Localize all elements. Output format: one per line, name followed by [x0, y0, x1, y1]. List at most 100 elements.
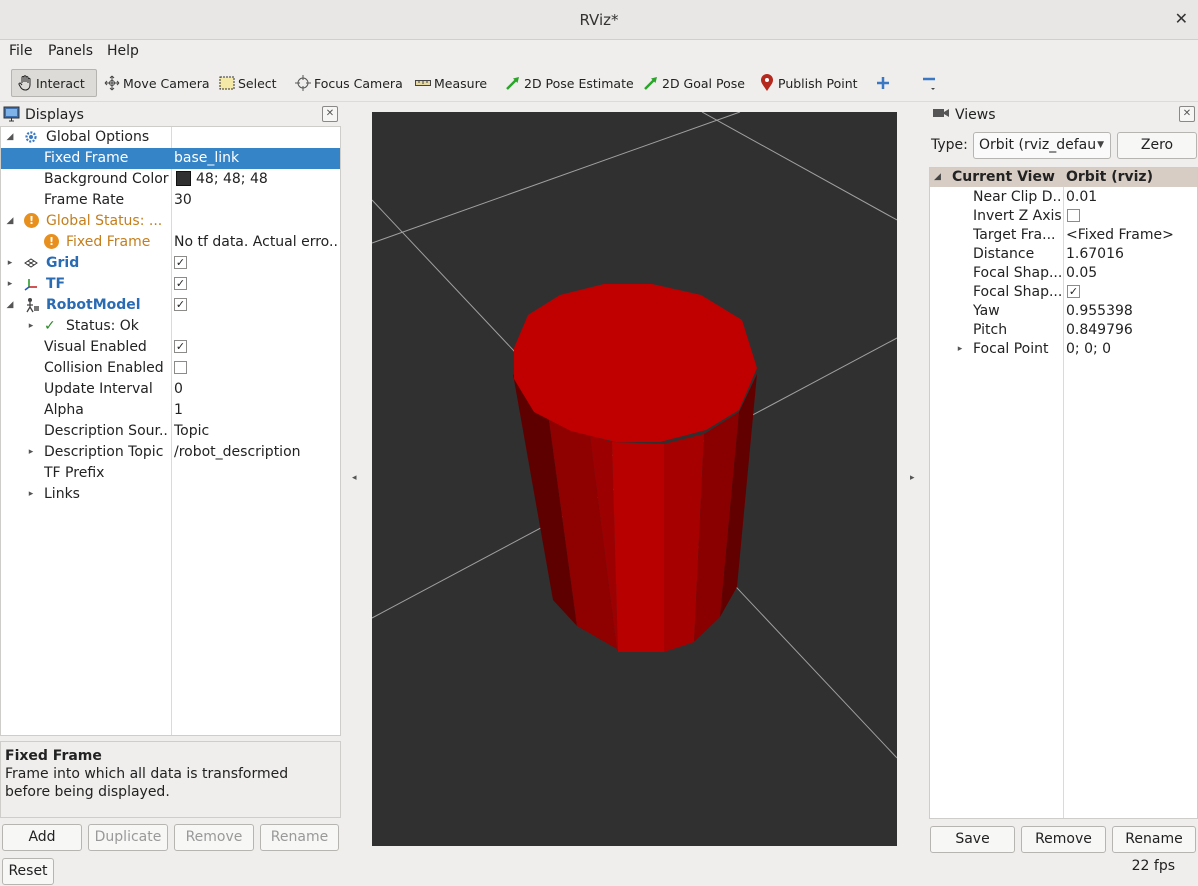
expand-arrow-icon[interactable]: ◢: [5, 211, 15, 232]
tool-publish-point[interactable]: Publish Point: [754, 69, 862, 97]
status-fixed-frame-label: Fixed Frame: [66, 234, 151, 250]
remove-view-button[interactable]: Remove: [1021, 826, 1106, 853]
close-displays-panel-button[interactable]: ✕: [322, 106, 338, 122]
view-row-target-frame[interactable]: Target Fra... <Fixed Frame>: [930, 225, 1197, 246]
background-color-value[interactable]: 48; 48; 48: [176, 169, 268, 190]
tree-row-tf-prefix[interactable]: TF Prefix: [1, 463, 340, 484]
add-display-button[interactable]: Add: [2, 824, 82, 851]
tree-row-visual-enabled[interactable]: Visual Enabled ✓: [1, 337, 340, 358]
tree-row-fixed-frame[interactable]: Fixed Frame base_link: [1, 148, 340, 169]
tree-row-update-interval[interactable]: Update Interval 0: [1, 379, 340, 400]
yaw-value[interactable]: 0.955398: [1066, 301, 1133, 322]
tree-row-background-color[interactable]: Background Color 48; 48; 48: [1, 169, 340, 190]
tf-checkbox[interactable]: ✓: [174, 274, 187, 295]
focal-point-value[interactable]: 0; 0; 0: [1066, 339, 1111, 360]
focal-shape-fixed-checkbox[interactable]: ✓: [1067, 282, 1080, 303]
collapse-arrow-icon[interactable]: ▸: [5, 274, 15, 295]
menu-help[interactable]: Help: [107, 43, 139, 59]
pitch-value[interactable]: 0.849796: [1066, 320, 1133, 341]
collapse-arrow-icon[interactable]: ▸: [26, 484, 36, 505]
collapse-arrow-icon[interactable]: ▸: [955, 339, 965, 360]
invert-z-checkbox[interactable]: [1067, 206, 1080, 227]
collapse-arrow-icon[interactable]: ▸: [5, 253, 15, 274]
rename-display-button[interactable]: Rename: [260, 824, 339, 851]
tool-move-camera[interactable]: Move Camera: [99, 69, 214, 97]
focal-shape-size-label: Focal Shap...: [973, 265, 1061, 281]
rename-view-button[interactable]: Rename: [1112, 826, 1196, 853]
zero-button[interactable]: Zero: [1117, 132, 1197, 159]
view-row-distance[interactable]: Distance 1.67016: [930, 244, 1197, 265]
focal-shape-size-value[interactable]: 0.05: [1066, 263, 1097, 284]
collapse-arrow-icon[interactable]: ▸: [26, 316, 36, 337]
current-view-label: Current View: [952, 169, 1055, 185]
tree-row-frame-rate[interactable]: Frame Rate 30: [1, 190, 340, 211]
left-splitter-handle[interactable]: ◂: [352, 473, 357, 483]
distance-value[interactable]: 1.67016: [1066, 244, 1124, 265]
fixed-frame-label: Fixed Frame: [44, 150, 129, 166]
right-splitter-handle[interactable]: ▸: [910, 473, 915, 483]
visual-enabled-checkbox[interactable]: ✓: [174, 337, 187, 358]
tree-row-global-options[interactable]: ◢ Global Options: [1, 127, 340, 148]
view-row-pitch[interactable]: Pitch 0.849796: [930, 320, 1197, 341]
tool-focus-camera[interactable]: Focus Camera: [290, 69, 407, 97]
render-viewport[interactable]: [372, 112, 897, 846]
view-type-select[interactable]: Orbit (rviz_defau ▼: [973, 132, 1111, 159]
collision-enabled-checkbox[interactable]: [174, 358, 187, 379]
tool-select[interactable]: Select: [214, 69, 281, 97]
current-view-row[interactable]: ◢ Current View Orbit (rviz): [930, 168, 1197, 187]
near-clip-value[interactable]: 0.01: [1066, 187, 1097, 208]
alpha-value[interactable]: 1: [174, 400, 183, 421]
collapse-arrow-icon[interactable]: ▸: [26, 442, 36, 463]
robot-cylinder: [513, 284, 757, 652]
close-window-icon[interactable]: ✕: [1175, 9, 1188, 28]
robot-model-checkbox[interactable]: ✓: [174, 295, 187, 316]
save-view-button[interactable]: Save: [930, 826, 1015, 853]
remove-tool-button[interactable]: [916, 69, 944, 97]
grid-checkbox[interactable]: ✓: [174, 253, 187, 274]
tool-measure[interactable]: Measure: [410, 69, 491, 97]
tree-row-global-status[interactable]: ◢ ! Global Status: ...: [1, 211, 340, 232]
expand-arrow-icon[interactable]: ◢: [5, 295, 15, 316]
view-row-focal-point[interactable]: ▸ Focal Point 0; 0; 0: [930, 339, 1197, 360]
tool-2d-pose-estimate[interactable]: 2D Pose Estimate: [500, 69, 638, 97]
title-bar: RViz* ✕: [0, 0, 1198, 40]
add-tool-button[interactable]: [870, 69, 898, 97]
reset-button[interactable]: Reset: [2, 858, 54, 885]
menu-file[interactable]: File: [9, 43, 32, 59]
tool-2d-goal-pose[interactable]: 2D Goal Pose: [638, 69, 749, 97]
tree-row-grid[interactable]: ▸ Grid ✓: [1, 253, 340, 274]
view-row-focal-shape-size[interactable]: Focal Shap... 0.05: [930, 263, 1197, 284]
duplicate-display-button[interactable]: Duplicate: [88, 824, 168, 851]
expand-arrow-icon[interactable]: ◢: [5, 127, 15, 148]
remove-display-button[interactable]: Remove: [174, 824, 254, 851]
tree-row-alpha[interactable]: Alpha 1: [1, 400, 340, 421]
description-topic-value[interactable]: /robot_description: [174, 442, 301, 463]
tree-row-status-fixed-frame[interactable]: ! Fixed Frame No tf data. Actual erro...: [1, 232, 340, 253]
target-frame-value[interactable]: <Fixed Frame>: [1066, 225, 1174, 246]
menu-panels[interactable]: Panels: [48, 43, 93, 59]
close-views-panel-button[interactable]: ✕: [1179, 106, 1195, 122]
tree-row-collision-enabled[interactable]: Collision Enabled: [1, 358, 340, 379]
expand-arrow-icon[interactable]: ◢: [934, 168, 941, 187]
view-row-invert-z[interactable]: Invert Z Axis: [930, 206, 1197, 227]
displays-tree[interactable]: ◢ Global Options Fixed Frame base_link B…: [0, 126, 341, 736]
frame-rate-value[interactable]: 30: [174, 190, 192, 211]
view-row-near-clip[interactable]: Near Clip D... 0.01: [930, 187, 1197, 208]
distance-label: Distance: [973, 246, 1035, 262]
tree-row-tf[interactable]: ▸ TF ✓: [1, 274, 340, 295]
fixed-frame-value[interactable]: base_link: [174, 148, 239, 169]
property-help-box: Fixed Frame Frame into which all data is…: [0, 741, 341, 818]
view-row-focal-shape-fixed[interactable]: Focal Shap... ✓: [930, 282, 1197, 303]
tool-interact[interactable]: Interact: [11, 69, 97, 97]
tree-row-description-topic[interactable]: ▸ Description Topic /robot_description: [1, 442, 340, 463]
tree-row-links[interactable]: ▸ Links: [1, 484, 340, 505]
tree-row-status-ok[interactable]: ▸ ✓ Status: Ok: [1, 316, 340, 337]
update-interval-value[interactable]: 0: [174, 379, 183, 400]
tree-row-description-source[interactable]: Description Sour... Topic: [1, 421, 340, 442]
view-row-yaw[interactable]: Yaw 0.955398: [930, 301, 1197, 322]
grid-icon: [24, 253, 38, 274]
description-source-value[interactable]: Topic: [174, 421, 209, 442]
checkmark-icon: ✓: [44, 318, 56, 334]
tree-row-robot-model[interactable]: ◢ RobotModel ✓: [1, 295, 340, 316]
views-tree[interactable]: ◢ Current View Orbit (rviz) Near Clip D.…: [929, 167, 1198, 819]
